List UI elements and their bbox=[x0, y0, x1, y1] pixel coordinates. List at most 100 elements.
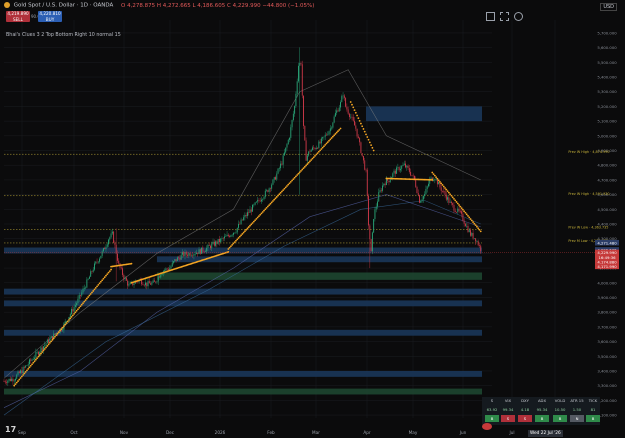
expand-icon[interactable] bbox=[500, 12, 509, 21]
x-tick-label: 2026 bbox=[215, 430, 226, 435]
supertrend-dot bbox=[33, 360, 36, 363]
supertrend-dot bbox=[47, 343, 50, 346]
candle-body bbox=[124, 277, 126, 280]
buy-button[interactable]: 4,220.810 BUY bbox=[38, 11, 62, 22]
supertrend-dot bbox=[358, 119, 361, 122]
candle-body bbox=[319, 141, 321, 144]
candle-body bbox=[194, 253, 196, 255]
supertrend-dot bbox=[51, 338, 54, 341]
date-cursor-badge: Wed 22 Jul '26 bbox=[528, 430, 563, 437]
supertrend-dot bbox=[73, 312, 76, 315]
currency-selector[interactable]: USD bbox=[600, 3, 617, 11]
candle-body bbox=[411, 175, 413, 177]
candle-body bbox=[148, 281, 150, 284]
supertrend-dot bbox=[54, 335, 56, 338]
candle-body bbox=[422, 195, 424, 200]
supertrend-dot bbox=[79, 305, 82, 308]
candle-body bbox=[83, 287, 85, 289]
candle-body bbox=[199, 249, 201, 254]
candle-body bbox=[221, 238, 223, 239]
supertrend-dot bbox=[235, 239, 237, 242]
candle-body bbox=[331, 127, 333, 129]
supertrend-dot bbox=[40, 352, 42, 355]
stats-value-cell: 81 bbox=[590, 407, 596, 412]
candle-body bbox=[231, 234, 233, 236]
candle-body bbox=[85, 287, 87, 289]
candle-body bbox=[32, 359, 34, 360]
alert-badge[interactable] bbox=[482, 423, 492, 430]
candle-body bbox=[113, 231, 115, 243]
supertrend-dot bbox=[82, 302, 84, 305]
candle-body bbox=[29, 359, 30, 365]
supertrend-dot bbox=[302, 167, 305, 170]
supertrend-dot bbox=[69, 317, 72, 320]
price-label: 4,271.480 bbox=[597, 240, 617, 245]
supertrend-dot bbox=[37, 355, 40, 358]
symbol-title[interactable]: Gold Spot / U.S. Dollar · 1D · OANDA bbox=[14, 3, 114, 9]
candle-body bbox=[352, 117, 354, 121]
candle-body bbox=[379, 190, 381, 193]
supertrend-dot bbox=[36, 357, 39, 360]
supertrend-dot bbox=[41, 351, 44, 353]
supertrend-dot bbox=[228, 246, 231, 249]
candle-body bbox=[239, 223, 241, 225]
supertrend-dot bbox=[446, 190, 449, 193]
stats-header-cell: DXY bbox=[521, 398, 529, 403]
supertrend-dot bbox=[245, 228, 248, 231]
candle-body bbox=[232, 232, 234, 235]
indicator-label[interactable]: Bhai's Clues 3 2 Top Bottom Right 10 nor… bbox=[6, 33, 121, 38]
supertrend-dot bbox=[241, 233, 244, 235]
supertrend-dot bbox=[236, 238, 239, 241]
candle-body bbox=[64, 321, 66, 324]
symbol-header: Gold Spot / U.S. Dollar · 1D · OANDA O 4… bbox=[4, 2, 314, 9]
candle-body bbox=[306, 155, 308, 161]
supertrend-dot bbox=[470, 219, 473, 222]
x-tick-label: Feb bbox=[267, 430, 275, 435]
supertrend-dot bbox=[237, 237, 240, 239]
candle-body bbox=[238, 223, 239, 228]
candle-body bbox=[440, 187, 442, 191]
sell-button[interactable]: 4,219.890 SELL bbox=[6, 11, 30, 22]
candle-body bbox=[17, 371, 19, 375]
supertrend-dot bbox=[101, 279, 104, 282]
supertrend-dot bbox=[314, 154, 316, 157]
chart-area[interactable]: 3,100.000 3,200.000 3,300.000 3,400.000 3,50… bbox=[0, 0, 625, 438]
candle-body bbox=[208, 244, 210, 246]
supertrend-dot bbox=[107, 271, 110, 274]
candle-body bbox=[336, 110, 338, 113]
square-icon[interactable] bbox=[486, 12, 495, 21]
candle-body bbox=[269, 188, 271, 189]
supertrend-dot bbox=[284, 186, 287, 189]
price-chart[interactable]: 3,100.000 3,200.000 3,300.000 3,400.000 3,50… bbox=[0, 0, 625, 438]
supertrend-dot bbox=[473, 222, 476, 225]
supertrend-dot bbox=[330, 137, 333, 139]
x-tick-label: Nov bbox=[120, 430, 129, 435]
supertrend-dot bbox=[242, 231, 245, 234]
supertrend-dot bbox=[324, 144, 327, 146]
candle-body bbox=[210, 245, 211, 249]
tv-logo-icon[interactable]: 17 bbox=[5, 425, 16, 434]
candle-body bbox=[424, 194, 426, 196]
x-tick-label: Dec bbox=[166, 430, 175, 435]
supertrend-dot bbox=[356, 114, 358, 117]
gear-icon[interactable] bbox=[514, 12, 523, 21]
supertrend-dot bbox=[77, 308, 79, 311]
candle-body bbox=[280, 163, 282, 169]
supertrend-dot bbox=[106, 273, 109, 276]
candle-body bbox=[142, 284, 144, 285]
supertrend-dot bbox=[362, 128, 365, 130]
candle-body bbox=[438, 182, 440, 185]
candle-body bbox=[384, 183, 386, 185]
supertrend-dot bbox=[227, 248, 230, 250]
supertrend-dot bbox=[432, 173, 435, 176]
candle-body bbox=[54, 333, 56, 335]
candle-body bbox=[180, 254, 182, 260]
supertrend-dot bbox=[240, 234, 242, 237]
supertrend-dot bbox=[22, 374, 25, 376]
candle-body bbox=[303, 95, 304, 126]
supertrend-dot bbox=[321, 146, 324, 149]
supertrend-dot bbox=[325, 142, 328, 145]
supertrend-dot bbox=[334, 133, 337, 135]
supertrend-dot bbox=[75, 309, 78, 312]
candle-body bbox=[100, 255, 102, 259]
